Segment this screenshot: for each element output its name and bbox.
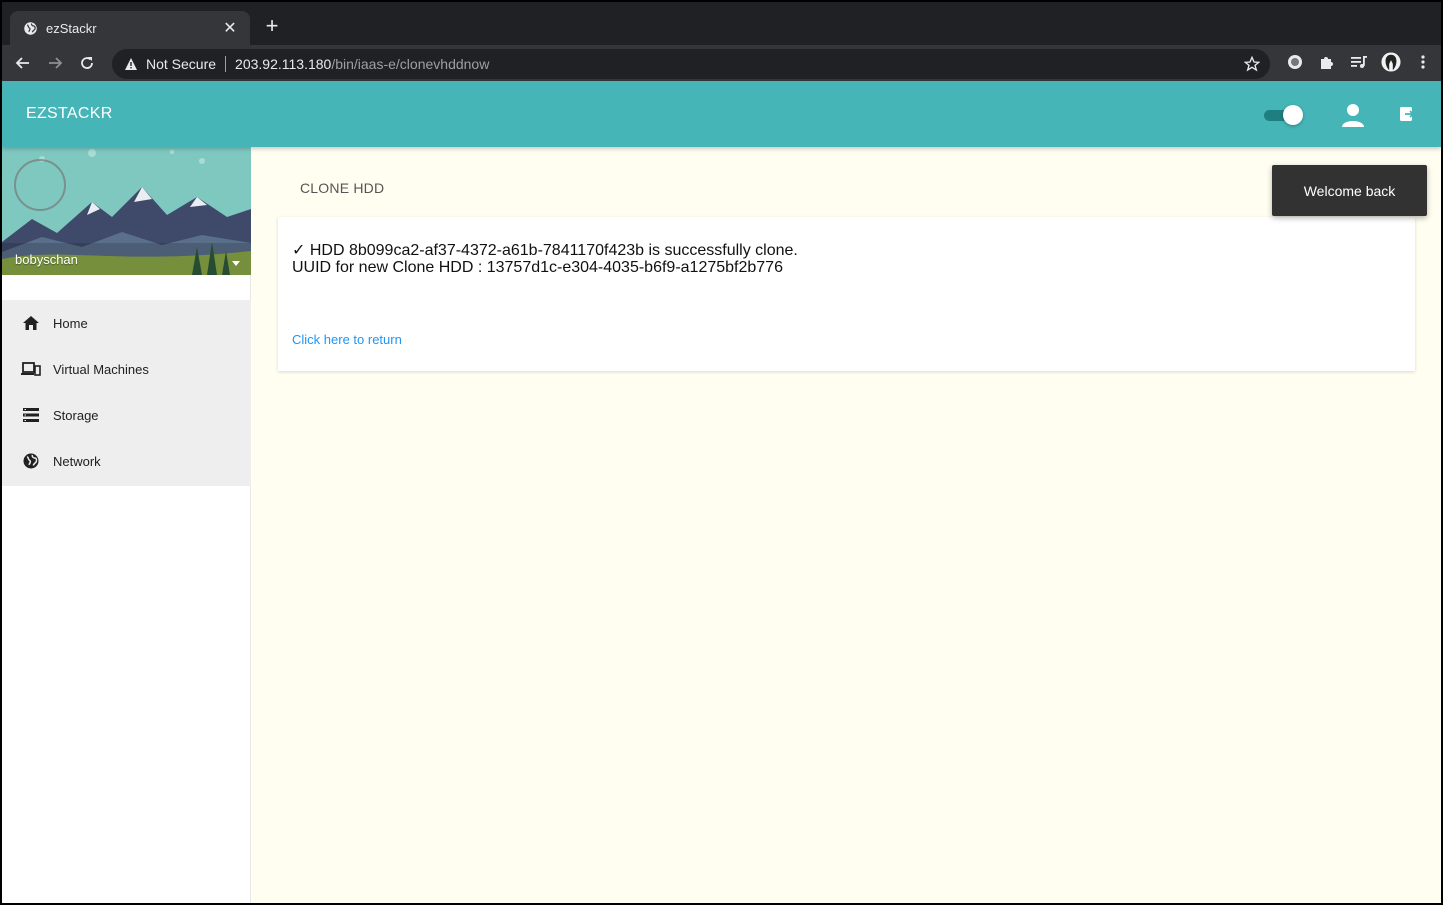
- app-header: EZSTACKR: [2, 81, 1441, 147]
- theme-toggle[interactable]: [1264, 105, 1304, 125]
- toggle-knob: [1283, 105, 1303, 125]
- reload-button[interactable]: [71, 47, 103, 79]
- app-brand[interactable]: EZSTACKR: [26, 105, 113, 123]
- clone-result-message: ✓ HDD 8b099ca2-af37-4372-a61b-7841170f42…: [292, 242, 798, 276]
- warning-icon: [124, 57, 138, 71]
- url-divider: [225, 56, 227, 72]
- extension-icons: [1285, 52, 1433, 72]
- browser-window: ezStackr ✕ + Not Secure 203.92.113.180 /…: [2, 2, 1441, 903]
- tab-strip: ezStackr ✕ +: [2, 2, 1441, 45]
- sidebar-item-label: Virtual Machines: [53, 361, 149, 377]
- forward-button[interactable]: [39, 47, 71, 79]
- sidebar-item-label: Network: [53, 453, 101, 469]
- profile-avatar-icon[interactable]: [1381, 52, 1401, 72]
- url-host: 203.92.113.180: [235, 56, 332, 72]
- sidebar: bobyschan Home Virtual Machines Storage …: [2, 147, 251, 903]
- back-button[interactable]: [7, 47, 39, 79]
- sidebar-item-virtual-machines[interactable]: Virtual Machines: [2, 346, 251, 392]
- arrow-right-icon: [49, 57, 63, 69]
- reload-icon: [81, 57, 93, 69]
- return-link[interactable]: Click here to return: [292, 332, 402, 347]
- avatar[interactable]: [14, 159, 66, 211]
- browser-menu-icon[interactable]: [1413, 52, 1433, 72]
- close-tab-icon[interactable]: ✕: [220, 18, 240, 38]
- media-queue-icon[interactable]: [1349, 52, 1369, 72]
- browser-tab[interactable]: ezStackr ✕: [10, 11, 250, 45]
- sidebar-item-label: Storage: [53, 407, 99, 423]
- browser-toolbar: Not Secure 203.92.113.180 /bin/iaas-e/cl…: [2, 45, 1441, 81]
- storage-icon: [21, 405, 41, 425]
- tab-title: ezStackr: [46, 20, 97, 36]
- devices-icon: [21, 359, 41, 379]
- security-label[interactable]: Not Secure: [146, 56, 216, 72]
- sidebar-item-home[interactable]: Home: [2, 300, 251, 346]
- sidebar-item-network[interactable]: Network: [2, 438, 251, 484]
- globe-icon: [21, 451, 41, 471]
- arrow-left-icon: [15, 57, 29, 69]
- profile-username[interactable]: bobyschan: [15, 252, 78, 267]
- globe-icon: [22, 20, 38, 36]
- nav-menu: Home Virtual Machines Storage Network: [2, 300, 251, 486]
- home-icon: [21, 313, 41, 333]
- record-extension-icon[interactable]: [1285, 52, 1305, 72]
- clone-uuid-line: UUID for new Clone HDD : 13757d1c-e304-4…: [292, 259, 783, 276]
- puzzle-extensions-icon[interactable]: [1317, 52, 1337, 72]
- logout-icon[interactable]: [1398, 105, 1416, 123]
- page-title: CLONE HDD: [300, 180, 385, 196]
- sidebar-item-storage[interactable]: Storage: [2, 392, 251, 438]
- welcome-toast: Welcome back: [1272, 165, 1427, 216]
- clone-success-line: ✓ HDD 8b099ca2-af37-4372-a61b-7841170f42…: [292, 242, 798, 259]
- main-content: CLONE HDD ✓ HDD 8b099ca2-af37-4372-a61b-…: [252, 147, 1441, 903]
- caret-down-icon[interactable]: [231, 255, 241, 266]
- address-bar[interactable]: Not Secure 203.92.113.180 /bin/iaas-e/cl…: [112, 49, 1270, 79]
- new-tab-button[interactable]: +: [260, 14, 284, 38]
- profile-banner: bobyschan: [2, 147, 251, 275]
- url-path: /bin/iaas-e/clonevhddnow: [331, 56, 490, 72]
- bookmark-star-icon[interactable]: [1243, 55, 1261, 72]
- result-card: ✓ HDD 8b099ca2-af37-4372-a61b-7841170f42…: [278, 217, 1415, 371]
- user-account-icon[interactable]: [1340, 102, 1366, 128]
- sidebar-item-label: Home: [53, 315, 88, 331]
